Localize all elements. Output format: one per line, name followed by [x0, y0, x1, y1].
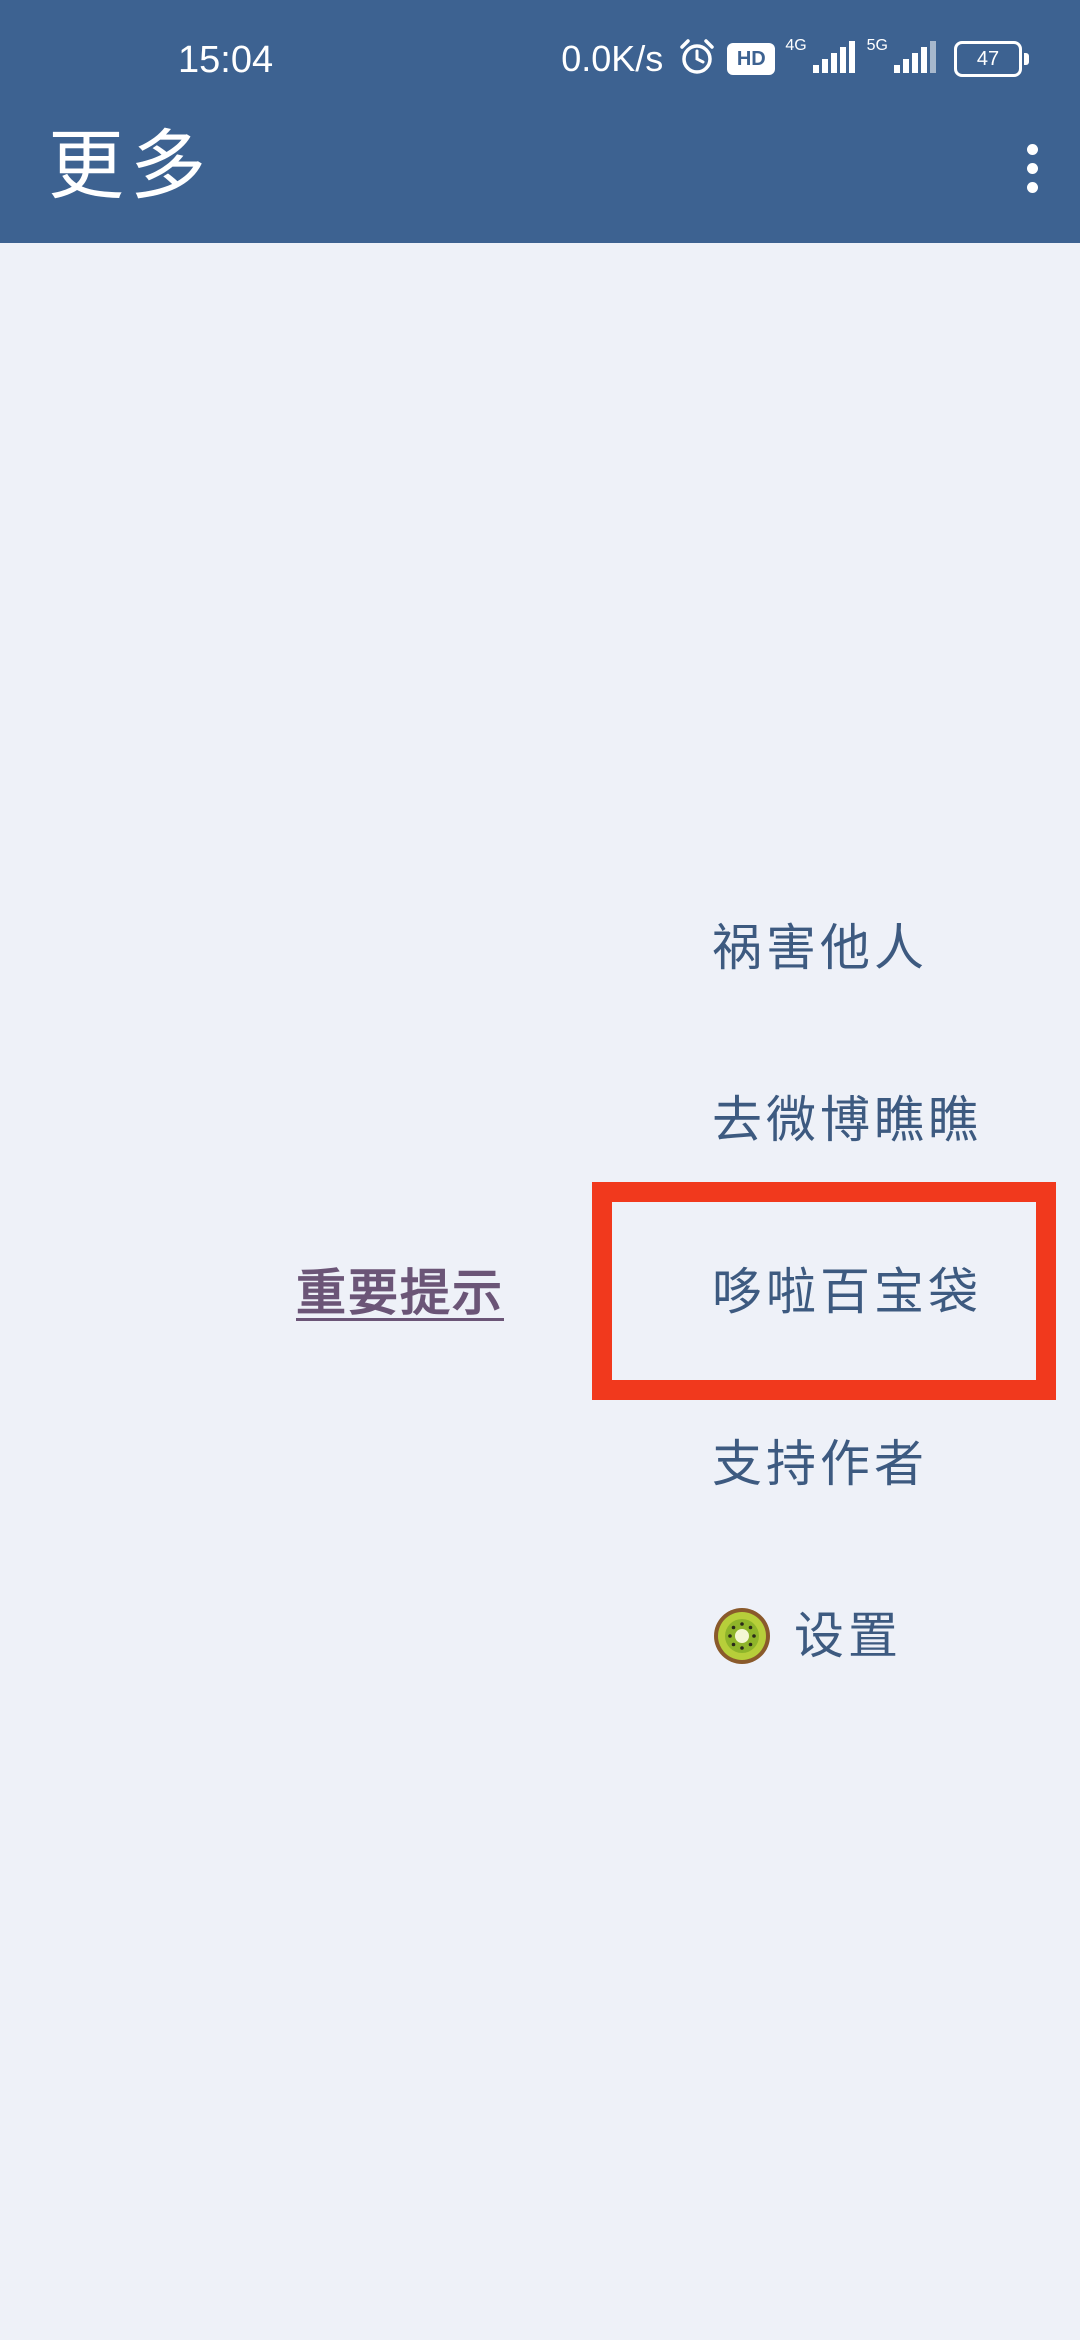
more-vertical-icon	[1026, 143, 1038, 155]
menu-item-label: 祸害他人	[712, 919, 928, 977]
signal-strength-sim1-icon	[811, 39, 857, 80]
status-indicators: 0.0K/s HD 4G 5G 47	[561, 34, 1029, 84]
more-vertical-icon-dot	[1026, 162, 1038, 174]
network-speed: 0.0K/s	[561, 38, 664, 79]
alarm-clock-icon	[677, 37, 717, 82]
menu-item-settings[interactable]: 设置	[712, 1596, 902, 1676]
kiwi-icon	[714, 1608, 770, 1664]
menu-item-harm-others[interactable]: 祸害他人	[712, 908, 928, 988]
menu-item-doraemon-pocket[interactable]: 哆啦百宝袋	[712, 1252, 982, 1332]
status-bar: 15:04 0.0K/s HD 4G 5G 47	[0, 0, 1080, 120]
menu-item-label: 去微博瞧瞧	[712, 1091, 982, 1149]
status-time: 15:04	[178, 39, 274, 81]
more-options-button[interactable]	[1002, 132, 1062, 204]
menu-item-label: 设置	[794, 1607, 902, 1665]
battery-level: 47	[976, 48, 1000, 70]
more-vertical-icon-dot	[1026, 181, 1038, 193]
menu-item-label: 哆啦百宝袋	[712, 1263, 982, 1321]
hd-label: HD	[736, 48, 766, 70]
menu-item-visit-weibo[interactable]: 去微博瞧瞧	[712, 1080, 982, 1160]
important-notice-link[interactable]: 重要提示	[296, 1258, 504, 1328]
hd-voice-icon: HD	[727, 43, 776, 75]
page-title: 更多	[48, 121, 212, 210]
signal-strength-sim2-icon	[892, 39, 938, 80]
sim2-network-type: 5G	[866, 37, 888, 54]
menu-item-support-author[interactable]: 支持作者	[712, 1424, 928, 1504]
sim1-network-type: 4G	[785, 37, 807, 54]
battery-icon: 47	[954, 41, 1029, 77]
app-bar: 15:04 0.0K/s HD 4G 5G 47 更多	[0, 0, 1080, 243]
menu-item-label: 支持作者	[712, 1435, 928, 1493]
